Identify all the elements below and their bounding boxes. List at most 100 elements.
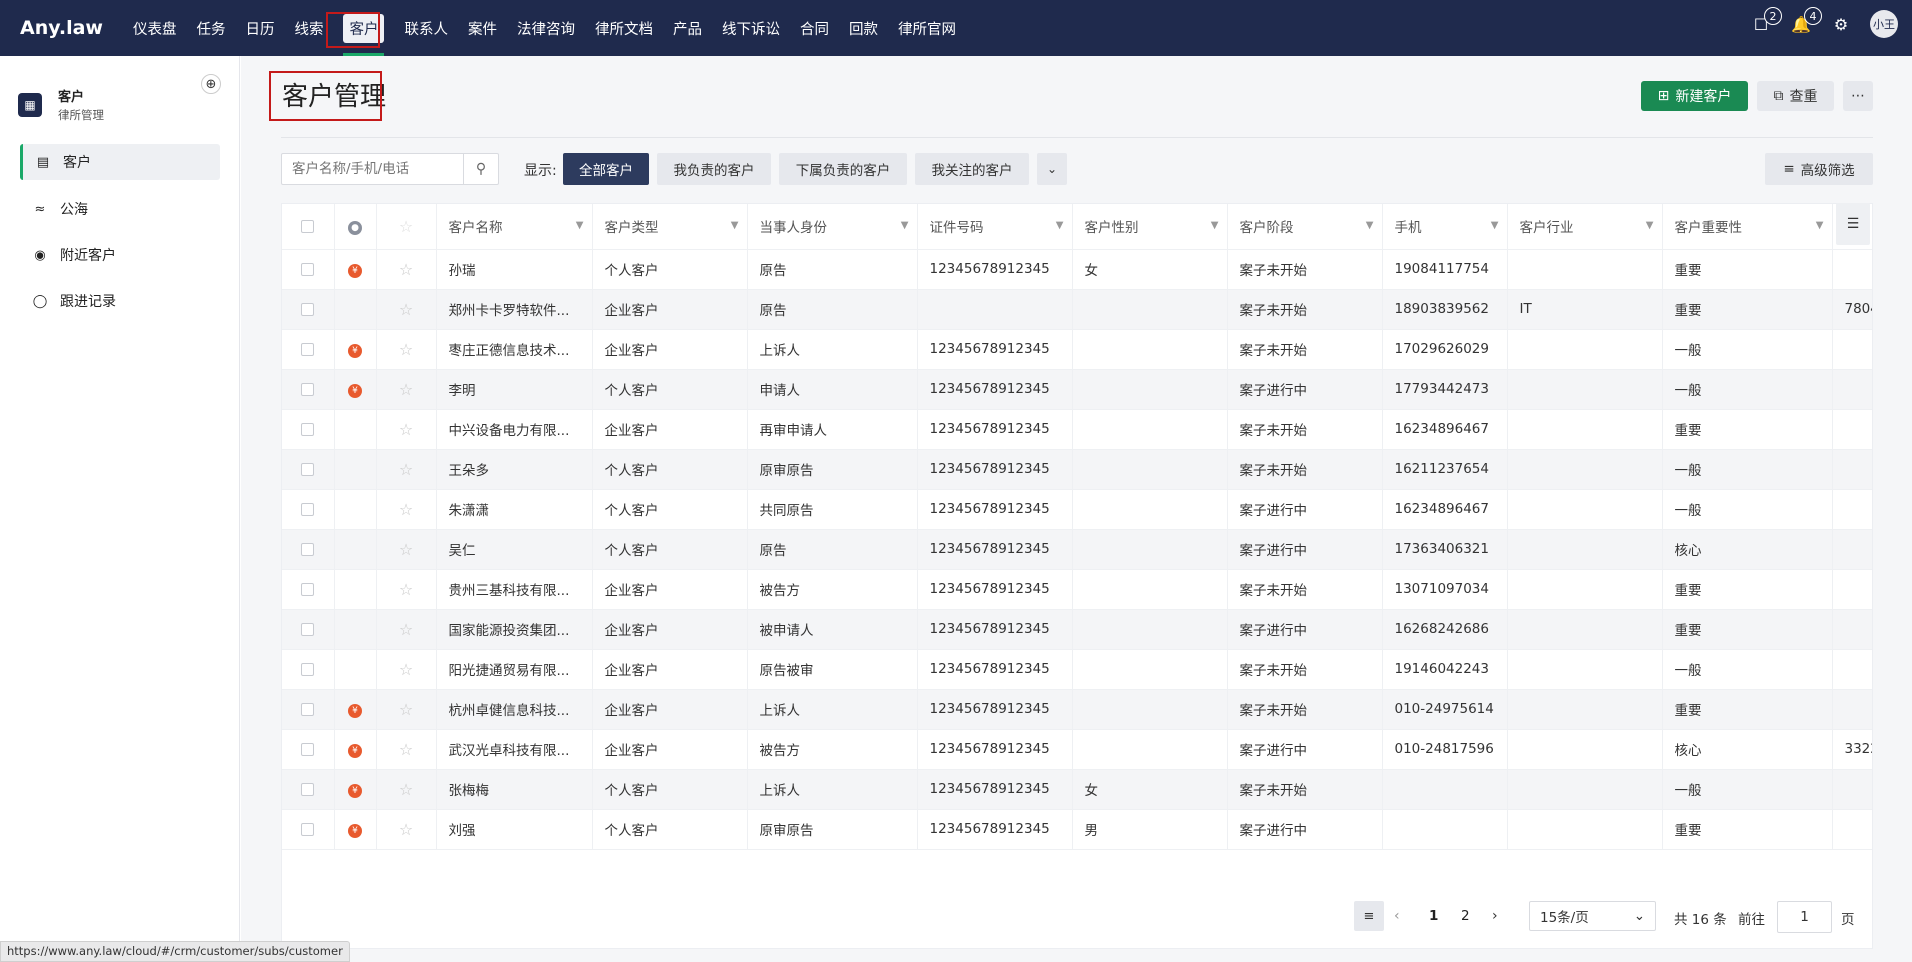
row-checkbox[interactable] — [282, 249, 335, 290]
row-checkbox[interactable] — [282, 489, 335, 530]
filter-subordinate-customers[interactable]: 下属负责的客户 — [779, 153, 907, 185]
cell-name[interactable]: 武汉光卓科技有限... — [436, 729, 593, 770]
filter-followed-customers[interactable]: 我关注的客户 — [915, 153, 1029, 185]
nav-item[interactable]: 法律咨询 — [507, 0, 585, 56]
nav-item[interactable]: 产品 — [663, 0, 712, 56]
search-icon[interactable]: ⚲ — [463, 154, 498, 184]
table-row[interactable]: ☆ 王朵多 个人客户 原审原告 12345678912345 案子未开始 162112376… — [282, 449, 1872, 490]
star-icon[interactable]: ☆ — [376, 689, 437, 730]
table-row[interactable]: ☆ 中兴设备电力有限... 企业客户 再审申请人 12345678912345 案子未开始… — [282, 409, 1872, 450]
table-row[interactable]: ☆ 国家能源投资集团... 企业客户 被申请人 12345678912345 案子进行中 1… — [282, 609, 1872, 650]
nav-item[interactable]: 回款 — [839, 0, 888, 56]
bell-icon[interactable]: 🔔 4 — [1790, 7, 1822, 35]
row-checkbox[interactable] — [282, 729, 335, 770]
table-row[interactable]: ¥ ☆ 杭州卓健信息科技... 企业客户 上诉人 12345678912345 案子未开始 0… — [282, 689, 1872, 730]
table-row[interactable]: ¥ ☆ 刘强 个人客户 原审原告 12345678912345 男案子进行中 重要 — [282, 809, 1872, 850]
col-header[interactable]: 客户阶段 ▼ — [1227, 204, 1383, 250]
check-duplicate-button[interactable]: ⧉ 查重 — [1757, 81, 1834, 111]
row-checkbox[interactable] — [282, 329, 335, 370]
column-settings-icon[interactable]: ☰ — [1836, 203, 1870, 245]
filter-icon[interactable]: ▼ — [1491, 220, 1499, 231]
nav-item[interactable]: 线索 — [284, 0, 333, 56]
star-icon[interactable]: ☆ — [376, 809, 437, 850]
star-icon[interactable]: ☆ — [376, 369, 437, 410]
col-header[interactable]: 手机 ▼ — [1382, 204, 1508, 250]
table-row[interactable]: ☆ 郑州卡卡罗特软件... 企业客户 原告 案子未开始 18903839562 IT 重要 78… — [282, 289, 1872, 330]
advanced-filter-button[interactable]: ≡ 高级筛选 — [1765, 153, 1873, 185]
nav-item[interactable]: 案件 — [458, 0, 507, 56]
filter-icon[interactable]: ▼ — [1646, 220, 1654, 231]
table-row[interactable]: ☆ 朱潇潇 个人客户 共同原告 12345678912345 案子进行中 162348964… — [282, 489, 1872, 530]
row-checkbox[interactable] — [282, 289, 335, 330]
chevron-down-icon[interactable]: ⌄ — [1037, 153, 1067, 185]
avatar[interactable]: 小王 — [1870, 10, 1898, 38]
chevron-right-icon[interactable]: › — [1492, 908, 1498, 924]
collapse-icon[interactable]: ⊕ — [201, 74, 221, 94]
col-header[interactable]: 客户名称 ▼ — [436, 204, 593, 250]
nav-item[interactable]: 日历 — [235, 0, 284, 56]
chevron-left-icon[interactable]: ‹ — [1394, 908, 1400, 924]
star-icon[interactable]: ☆ — [376, 609, 437, 650]
row-checkbox[interactable] — [282, 769, 335, 810]
row-checkbox[interactable] — [282, 529, 335, 570]
row-checkbox[interactable] — [282, 369, 335, 410]
cell-name[interactable]: 王朵多 — [436, 449, 593, 490]
sidebar-item-pool[interactable]: ≈ 公海 — [20, 191, 220, 227]
cell-name[interactable]: 贵州三基科技有限... — [436, 569, 593, 610]
table-row[interactable]: ¥ ☆ 孙瑞 个人客户 原告 12345678912345 女案子未开始 1908411775… — [282, 249, 1872, 290]
nav-item[interactable]: 任务 — [186, 0, 235, 56]
table-row[interactable]: ¥ ☆ 武汉光卓科技有限... 企业客户 被告方 12345678912345 案子进行中 0… — [282, 729, 1872, 770]
filter-icon[interactable]: ▼ — [1056, 220, 1064, 231]
star-icon[interactable]: ☆ — [376, 649, 437, 690]
row-checkbox[interactable] — [282, 809, 335, 850]
app-logo[interactable]: Any.law — [20, 17, 103, 39]
star-icon[interactable]: ☆ — [376, 769, 437, 810]
sidebar-item-followup[interactable]: ◯ 跟进记录 — [20, 283, 220, 319]
row-checkbox[interactable] — [282, 649, 335, 690]
cell-name[interactable]: 国家能源投资集团... — [436, 609, 593, 650]
cell-name[interactable]: 刘强 — [436, 809, 593, 850]
nav-item[interactable]: 线下诉讼 — [712, 0, 790, 56]
star-icon[interactable]: ☆ — [376, 569, 437, 610]
page-2[interactable]: 2 — [1461, 908, 1470, 924]
search-input[interactable] — [282, 161, 463, 177]
notification-doc-icon[interactable]: ☐ 2 — [1750, 7, 1782, 35]
cell-name[interactable]: 阳光捷通贸易有限... — [436, 649, 593, 690]
table-row[interactable]: ¥ ☆ 枣庄正德信息技术... 企业客户 上诉人 12345678912345 案子未开始 1… — [282, 329, 1872, 370]
star-icon[interactable]: ☆ — [376, 409, 437, 450]
cell-name[interactable]: 张梅梅 — [436, 769, 593, 810]
star-icon[interactable]: ☆ — [376, 489, 437, 530]
star-icon[interactable]: ☆ — [376, 449, 437, 490]
goto-page-input[interactable]: 1 — [1777, 901, 1832, 933]
table-row[interactable]: ¥ ☆ 李明 个人客户 申请人 12345678912345 案子进行中 1779344247… — [282, 369, 1872, 410]
gear-icon[interactable]: ⚙ — [1830, 13, 1852, 35]
cell-name[interactable]: 吴仁 — [436, 529, 593, 570]
col-header[interactable]: 证件号码 ▼ — [917, 204, 1073, 250]
col-header[interactable]: 客户行业 ▼ — [1507, 204, 1663, 250]
filter-icon[interactable]: ▼ — [731, 220, 739, 231]
star-icon[interactable]: ☆ — [376, 529, 437, 570]
cell-name[interactable]: 郑州卡卡罗特软件... — [436, 289, 593, 330]
new-customer-button[interactable]: ⊞ 新建客户 — [1641, 81, 1748, 111]
sidebar-item-customer[interactable]: ▤ 客户 — [20, 144, 220, 180]
col-header[interactable]: 客户性别 ▼ — [1072, 204, 1228, 250]
filter-my-customers[interactable]: 我负责的客户 — [657, 153, 771, 185]
nav-item[interactable]: 律所官网 — [888, 0, 966, 56]
row-checkbox[interactable] — [282, 569, 335, 610]
cell-name[interactable]: 李明 — [436, 369, 593, 410]
col-header[interactable]: 当事人身份 ▼ — [747, 204, 918, 250]
col-header[interactable]: 客户重要性 ▼ — [1662, 204, 1833, 250]
page-1[interactable]: 1 — [1429, 908, 1438, 924]
table-row[interactable]: ☆ 吴仁 个人客户 原告 12345678912345 案子进行中 17363406321 核… — [282, 529, 1872, 570]
row-checkbox[interactable] — [282, 409, 335, 450]
table-row[interactable]: ☆ 阳光捷通贸易有限... 企业客户 原告被审 12345678912345 案子未开始 1… — [282, 649, 1872, 690]
sidebar-item-nearby[interactable]: ◉ 附近客户 — [20, 237, 220, 273]
nav-item[interactable]: 客户 — [333, 0, 394, 56]
row-checkbox[interactable] — [282, 449, 335, 490]
select-all-checkbox[interactable] — [282, 204, 335, 250]
col-header[interactable]: 客户类型 ▼ — [592, 204, 748, 250]
cell-name[interactable]: 朱潇潇 — [436, 489, 593, 530]
nav-item[interactable]: 律所文档 — [585, 0, 663, 56]
table-row[interactable]: ¥ ☆ 张梅梅 个人客户 上诉人 12345678912345 女案子未开始 一般 — [282, 769, 1872, 810]
filter-icon[interactable]: ▼ — [1816, 220, 1824, 231]
